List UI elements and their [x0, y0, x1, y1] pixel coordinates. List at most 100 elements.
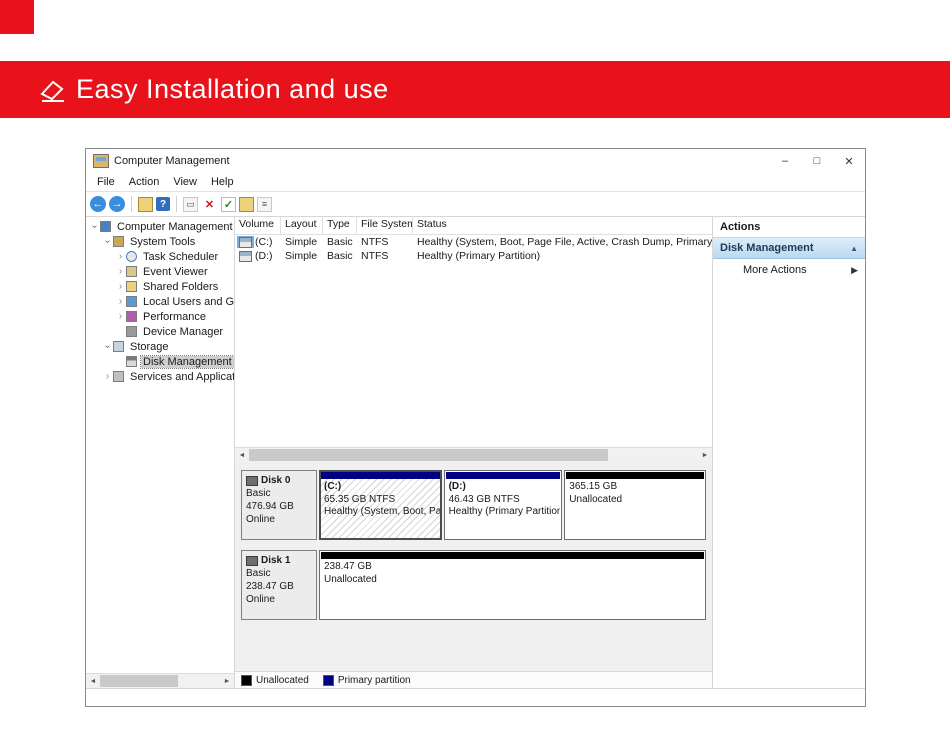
services-icon [113, 371, 124, 382]
expander-icon[interactable]: › [102, 371, 113, 382]
collapse-icon[interactable]: ▲ [850, 244, 858, 253]
back-icon[interactable]: ← [90, 196, 106, 212]
disk-label[interactable]: Disk 1Basic238.47 GBOnline [241, 550, 317, 620]
partition-unallocated[interactable]: 365.15 GBUnallocated [564, 470, 706, 540]
volume-file-system: NTFS [357, 250, 413, 262]
column-header-type[interactable]: Type [323, 217, 357, 234]
menu-file[interactable]: File [90, 176, 122, 188]
tree-item-system-tools[interactable]: › System Tools [86, 234, 234, 249]
close-button[interactable]: ✕ [833, 149, 865, 173]
dialog-icon[interactable]: ▭ [183, 197, 198, 212]
expander-icon[interactable]: › [89, 221, 100, 232]
volume-file-system: NTFS [357, 236, 413, 248]
tree-item-label: Event Viewer [141, 266, 210, 278]
legend-swatch [241, 675, 252, 686]
menu-action[interactable]: Action [122, 176, 167, 188]
disk-management-icon [126, 356, 137, 367]
submenu-arrow-icon: ▶ [851, 265, 858, 276]
forward-icon[interactable]: → [109, 196, 125, 212]
tree-horizontal-scrollbar[interactable]: ◄ ► [86, 673, 234, 688]
folder-icon[interactable] [239, 197, 254, 212]
partition-color-bar [321, 552, 704, 559]
column-header-volume[interactable]: Volume [235, 217, 281, 234]
scroll-right-icon[interactable]: ► [220, 678, 234, 685]
tree-item-performance[interactable]: ›Performance [86, 309, 234, 324]
maximize-button[interactable]: □ [801, 149, 833, 173]
expander-icon[interactable]: › [115, 311, 126, 322]
partition-c[interactable]: (C:)65.35 GB NTFSHealthy (System, Boot, … [319, 470, 442, 540]
tree-item-label: System Tools [128, 236, 197, 248]
tree-item-local-users-and-groups[interactable]: › Local Users and Groups [86, 294, 234, 309]
disk-label[interactable]: Disk 0Basic476.94 GBOnline [241, 470, 317, 540]
partition-status: Healthy (System, Boot, Page File, Active… [324, 506, 437, 519]
disk-name: Disk 1 [246, 554, 312, 567]
tree-item-device-manager[interactable]: Device Manager [86, 324, 234, 339]
disk-row-disk-0: Disk 0Basic476.94 GBOnline(C:)65.35 GB N… [241, 470, 706, 540]
partition-d[interactable]: (D:)46.43 GB NTFSHealthy (Primary Partit… [444, 470, 563, 540]
scroll-left-icon[interactable]: ◄ [235, 452, 249, 459]
delete-icon[interactable]: ✕ [201, 196, 218, 213]
volume-row-d[interactable]: (D:)SimpleBasicNTFSHealthy (Primary Part… [235, 249, 712, 263]
scroll-right-icon[interactable]: ► [698, 452, 712, 459]
disk-icon [246, 476, 258, 486]
disk-icon [246, 556, 258, 566]
volume-row-c[interactable]: (C:)SimpleBasicNTFSHealthy (System, Boot… [235, 235, 712, 249]
actions-disk-management-label: Disk Management [720, 242, 814, 254]
console-tree-pane: ›Computer Management (Local›System Tools… [86, 217, 235, 688]
details-view-icon[interactable]: ≡ [257, 197, 272, 212]
menu-help[interactable]: Help [204, 176, 241, 188]
disk-type: Basic [246, 567, 312, 580]
tree-item-shared-folders[interactable]: ›Shared Folders [86, 279, 234, 294]
tree-item-services-and-applications[interactable]: ›Services and Applications [86, 369, 234, 384]
partition-unallocated[interactable]: 238.47 GBUnallocated [319, 550, 706, 620]
menu-view[interactable]: View [166, 176, 204, 188]
tree-item-label: Device Manager [141, 326, 225, 338]
tree-item-computer-management-local[interactable]: ›Computer Management (Local [86, 219, 234, 234]
minimize-button[interactable]: – [769, 149, 801, 173]
partition-status: Unallocated [324, 574, 701, 587]
partition-size: 65.35 GB NTFS [324, 494, 437, 507]
tree-item-label: Local Users and Groups [141, 296, 234, 308]
expander-icon[interactable]: › [115, 281, 126, 292]
partition-body: 365.15 GBUnallocated [566, 479, 704, 538]
partition-label: (D:) [449, 481, 558, 494]
partition-label: (C:) [324, 481, 437, 494]
scroll-left-icon[interactable]: ◄ [86, 678, 100, 685]
toolbar: ←→? ▭✕✓ ≡ [86, 192, 865, 217]
actions-more-actions[interactable]: More Actions ▶ [713, 259, 865, 281]
event-viewer-icon [126, 266, 137, 277]
console-tree: ›Computer Management (Local›System Tools… [86, 217, 234, 673]
scroll-track[interactable] [100, 674, 220, 688]
tree-item-storage[interactable]: ›Storage [86, 339, 234, 354]
actions-disk-management[interactable]: Disk Management ▲ [713, 238, 865, 259]
expander-icon[interactable]: › [115, 251, 126, 262]
column-header-layout[interactable]: Layout [281, 217, 323, 234]
expander-icon[interactable]: › [115, 266, 126, 277]
column-header-status[interactable]: Status [413, 217, 712, 234]
expander-icon[interactable]: › [115, 296, 126, 307]
partition-size: 365.15 GB [569, 481, 701, 494]
tree-item-disk-management[interactable]: Disk Management [86, 354, 234, 369]
expander-icon[interactable]: › [102, 341, 113, 352]
help-icon[interactable]: ? [156, 197, 170, 211]
tree-item-event-viewer[interactable]: › Event Viewer [86, 264, 234, 279]
tree-item-task-scheduler[interactable]: ›Task Scheduler [86, 249, 234, 264]
performance-icon [126, 311, 137, 322]
disk-status: Online [246, 513, 312, 526]
scroll-track[interactable] [249, 448, 698, 462]
console-tree-icon[interactable] [138, 197, 153, 212]
check-doc-icon[interactable]: ✓ [221, 197, 236, 212]
partition-size: 46.43 GB NTFS [449, 494, 558, 507]
column-header-file-system[interactable]: File System [357, 217, 413, 234]
scroll-thumb[interactable] [249, 449, 608, 461]
expander-icon[interactable]: › [102, 236, 113, 247]
menubar: FileActionViewHelp [86, 173, 865, 192]
computer-management-window: Computer Management – □ ✕ FileActionView… [85, 148, 866, 707]
partition-body: (D:)46.43 GB NTFSHealthy (Primary Partit… [446, 479, 561, 538]
volume-cell: (D:) [235, 250, 281, 262]
list-horizontal-scrollbar[interactable]: ◄ ► [235, 447, 712, 462]
eraser-icon [38, 77, 68, 103]
volume-icon [239, 237, 252, 248]
partition-status: Healthy (Primary Partition) [449, 506, 558, 519]
scroll-thumb[interactable] [100, 675, 178, 687]
